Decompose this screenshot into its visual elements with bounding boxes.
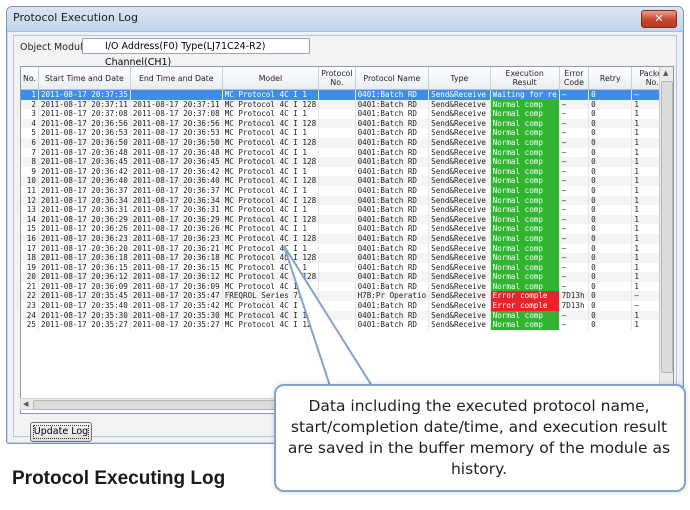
callout-text: Data including the executed protocol nam… bbox=[287, 397, 671, 478]
figure-caption: Protocol Executing Log bbox=[12, 468, 226, 489]
info-callout: Data including the executed protocol nam… bbox=[274, 384, 686, 492]
